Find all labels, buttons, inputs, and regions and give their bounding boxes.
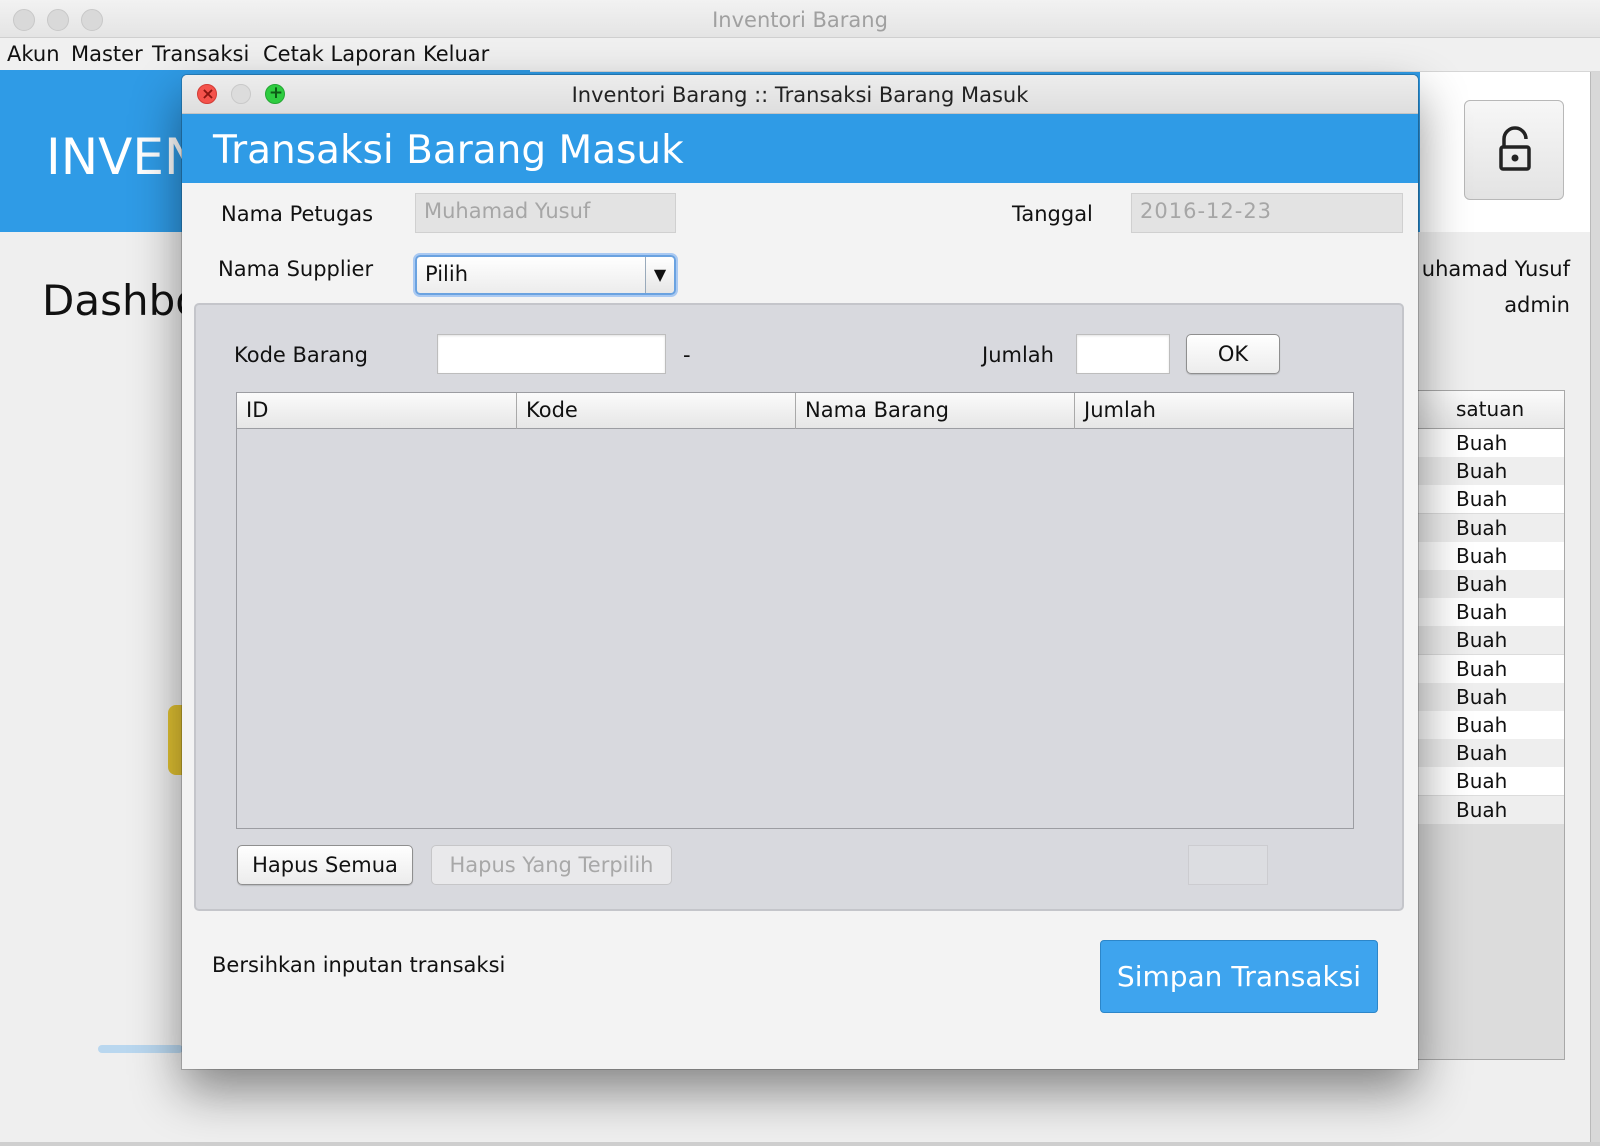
stock-table: satuan Buah Buah Buah Buah Buah Buah Buah Buah B…	[1415, 390, 1565, 1060]
menu-master[interactable]: Master	[71, 42, 143, 66]
lock-icon	[1499, 126, 1531, 171]
table-row[interactable]: Buah	[1416, 541, 1564, 570]
table-row[interactable]: Buah	[1416, 429, 1564, 457]
column-kode-label: Kode	[526, 398, 578, 422]
menu-accent-line	[0, 70, 530, 73]
transaksi-dialog: × + Inventori Barang :: Transaksi Barang…	[182, 75, 1418, 1069]
cell-satuan: Buah	[1456, 797, 1508, 822]
cell-satuan: Buah	[1456, 431, 1508, 455]
total-field	[1188, 845, 1268, 885]
column-satuan: satuan	[1456, 397, 1525, 421]
table-row[interactable]: Buah	[1416, 711, 1564, 739]
cell-satuan: Buah	[1456, 487, 1508, 512]
kode-separator: -	[683, 343, 691, 367]
column-nama-barang-label: Nama Barang	[805, 398, 949, 422]
dialog-titlebar: × + Inventori Barang :: Transaksi Barang…	[182, 75, 1418, 114]
table-row[interactable]: Buah	[1416, 795, 1564, 824]
cell-satuan: Buah	[1456, 459, 1508, 484]
clear-transaction-link[interactable]: Bersihkan inputan transaksi	[212, 953, 505, 977]
cell-satuan: Buah	[1456, 741, 1508, 766]
table-row[interactable]: Buah	[1416, 485, 1564, 514]
supplier-select[interactable]: Pilih ▼	[415, 255, 676, 295]
table-header: satuan	[1416, 391, 1564, 429]
table-row[interactable]: Buah	[1416, 767, 1564, 796]
supplier-selected-value: Pilih	[425, 262, 469, 286]
item-table[interactable]: ID Kode Nama Barang Jumlah	[236, 392, 1354, 829]
petugas-label: Nama Petugas	[221, 202, 374, 226]
cell-satuan: Buah	[1456, 572, 1508, 596]
cell-satuan: Buah	[1456, 543, 1508, 568]
cell-satuan: Buah	[1456, 656, 1508, 681]
window-edge	[1590, 72, 1600, 1146]
cell-satuan: Buah	[1456, 684, 1508, 709]
hapus-semua-button[interactable]: Hapus Semua	[237, 845, 413, 885]
menu-keluar[interactable]: Keluar	[423, 42, 489, 66]
chevron-down-icon: ▼	[645, 257, 674, 293]
menu-cetak-laporan[interactable]: Cetak Laporan	[263, 42, 416, 66]
column-jumlah-label: Jumlah	[1084, 398, 1156, 422]
hapus-terpilih-button[interactable]: Hapus Yang Terpilih	[431, 845, 672, 885]
lock-button[interactable]	[1464, 100, 1564, 200]
kode-barang-input[interactable]	[437, 334, 666, 374]
cell-satuan: Buah	[1456, 515, 1508, 540]
table-row[interactable]: Buah	[1416, 626, 1564, 655]
column-jumlah[interactable]: Jumlah	[1075, 393, 1353, 429]
dialog-header: Transaksi Barang Masuk	[182, 114, 1418, 183]
cell-satuan: Buah	[1456, 769, 1508, 794]
table-row[interactable]: Buah	[1416, 598, 1564, 627]
kode-barang-label: Kode Barang	[234, 343, 368, 367]
item-entry-panel: Kode Barang - Jumlah OK ID Kode Nama Bar…	[194, 303, 1404, 911]
column-kode[interactable]: Kode	[517, 393, 796, 429]
main-titlebar: Inventori Barang	[0, 0, 1600, 38]
tanggal-label: Tanggal	[1012, 202, 1093, 226]
app-title: INVEN	[46, 128, 202, 186]
window-bottom-edge	[0, 1142, 1600, 1146]
menu-transaksi[interactable]: Transaksi	[152, 42, 249, 66]
jumlah-label: Jumlah	[982, 343, 1054, 367]
supplier-label: Nama Supplier	[218, 257, 374, 281]
table-row[interactable]: Buah	[1416, 457, 1564, 486]
column-id[interactable]: ID	[237, 393, 517, 429]
tanggal-field: 2016-12-23	[1131, 193, 1403, 233]
petugas-field: Muhamad Yusuf	[415, 193, 676, 233]
cell-satuan: Buah	[1456, 600, 1508, 625]
dashboard-heading: Dashbo	[42, 276, 201, 325]
menu-bar: Akun Master Transaksi Cetak Laporan Kelu…	[0, 38, 1600, 72]
menu-akun[interactable]: Akun	[7, 42, 60, 66]
column-id-label: ID	[246, 398, 269, 422]
table-row[interactable]: Buah	[1416, 654, 1564, 683]
dialog-heading: Transaksi Barang Masuk	[213, 128, 684, 173]
table-row[interactable]: Buah	[1416, 570, 1564, 598]
table-row[interactable]: Buah	[1416, 682, 1564, 711]
ok-button[interactable]: OK	[1186, 334, 1280, 374]
table-row[interactable]: Buah	[1416, 513, 1564, 542]
cell-satuan: Buah	[1456, 628, 1508, 653]
table-row[interactable]: Buah	[1416, 739, 1564, 768]
column-nama-barang[interactable]: Nama Barang	[796, 393, 1075, 429]
table-header: ID Kode Nama Barang Jumlah	[237, 393, 1353, 429]
simpan-transaksi-button[interactable]: Simpan Transaksi	[1100, 940, 1378, 1013]
window-title: Inventori Barang	[712, 8, 888, 32]
cell-satuan: Buah	[1456, 713, 1508, 737]
jumlah-input[interactable]	[1076, 334, 1170, 374]
illustration-fragment	[98, 1045, 183, 1053]
dialog-title: Inventori Barang :: Transaksi Barang Mas…	[571, 83, 1029, 107]
